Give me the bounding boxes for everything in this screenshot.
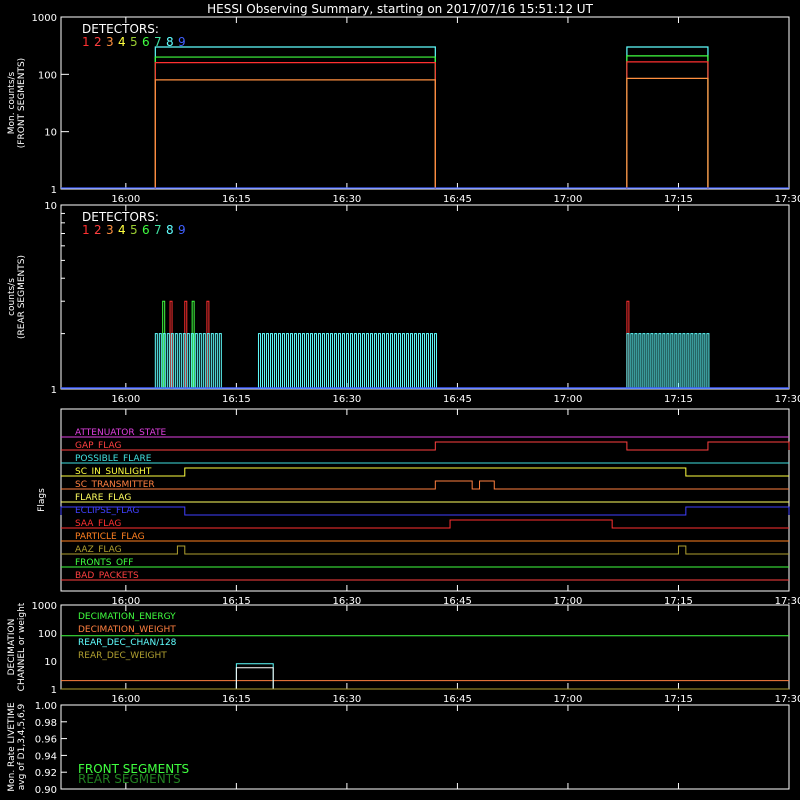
livetime-ytick-label: 0.98 [35,718,57,729]
front-ytick-label: 1000 [32,13,57,24]
flag-line [61,545,789,555]
front-ytick-label: 1 [51,185,57,196]
front-xtick-label: 17:30 [775,194,800,205]
livetime-ytick-label: 0.94 [35,751,57,762]
rear-legend-title: DETECTORS: [82,210,159,224]
livetime-ytick-label: 0.96 [35,735,57,746]
front-series-8 [626,46,709,189]
decimation-xtick-label: 17:30 [775,694,800,705]
livetime-ylabel: Mon. Rate LIVETIME avg of D1,3,4,5,6,9 [7,702,27,792]
decimation-xtick-label: 16:45 [443,694,472,705]
rear-legend-item: 9 [178,223,186,237]
rear-xtick-label: 16:30 [332,394,361,405]
front-ylabel-line: Mon. counts/s [7,71,17,134]
front-series-6 [154,56,436,189]
front-ylabel-line: (FRONT SEGMENTS) [17,58,27,148]
rear-legend-item: 4 [118,223,126,237]
figure-title: HESSI Observing Summary, starting on 201… [207,2,593,16]
front-legend-item: 2 [94,35,102,49]
front-xtick-label: 17:15 [664,194,693,205]
rear-ytick-label: 10 [44,201,57,212]
decimation-ytick-label: 1 [51,685,57,696]
rear-xtick-label: 16:45 [443,394,472,405]
front-xtick-label: 16:45 [443,194,472,205]
decimation-xtick-label: 17:00 [554,694,583,705]
rear-legend-item: 2 [94,223,102,237]
rear-legend-item: 7 [154,223,162,237]
front-legend-item: 3 [106,35,114,49]
front-legend-item: 1 [82,35,90,49]
front-legend-item: 4 [118,35,126,49]
decimation-ytick-label: 1000 [32,601,57,612]
rear-xtick-label: 16:15 [222,394,251,405]
decimation-legend-item: REAR_DEC_CHAN/128 [78,638,177,648]
decimation-legend-item: DECIMATION_WEIGHT [78,625,176,635]
flag-line [61,519,789,529]
front-xtick-label: 16:15 [222,194,251,205]
flags-ylabel: Flags [37,488,47,512]
decimation-xtick-label: 16:15 [222,694,251,705]
rear-ylabel-line: counts/s [7,278,17,316]
rear-legend-item: 5 [130,223,138,237]
decimation-legend-item: DECIMATION_ENERGY [78,612,176,622]
flag-line [61,480,789,490]
front-legend-item: 9 [178,35,186,49]
decimation-legend-item: REAR_DEC_WEIGHT [78,651,167,661]
front-xtick-label: 16:00 [111,194,140,205]
decimation-xtick-label: 16:00 [111,694,140,705]
flags-frame [60,408,790,592]
rear-series-8 [257,333,437,389]
decimation-ytick-label: 100 [38,629,57,640]
rear-legend-item: 3 [106,223,114,237]
decimation-ylabel-line: CHANNEL or weight [17,602,27,691]
decimation-ylabel-line: DECIMATION [7,619,17,676]
front-xtick-label: 17:00 [554,194,583,205]
hessi-summary-figure: HESSI Observing Summary, starting on 201… [0,0,800,800]
front-ytick-label: 10 [44,128,57,139]
front-legend-item: 7 [154,35,162,49]
flag-line [60,506,790,516]
rear-xtick-label: 17:15 [664,394,693,405]
front-series-3 [626,77,709,189]
front-ytick-label: 100 [38,70,57,81]
front-xtick-label: 16:30 [332,194,361,205]
rear-xtick-label: 17:30 [775,394,800,405]
livetime-ytick-label: 0.90 [35,785,57,796]
livetime-ytick-label: 1.00 [35,701,57,712]
front-legend-item: 5 [130,35,138,49]
rear-legend-item: 1 [82,223,90,237]
front-legend-item: 8 [166,35,174,49]
decimation-xtick-label: 16:30 [332,694,361,705]
rear-ylabel: counts/s (REAR SEGMENTS) [7,255,27,339]
front-series-3 [154,79,436,189]
front-ylabel: Mon. counts/s (FRONT SEGMENTS) [7,58,27,148]
front-series-8 [154,46,436,189]
rear-legend-item: 6 [142,223,150,237]
decimation-ylabel: DECIMATION CHANNEL or weight [7,602,27,691]
decimation-xtick-label: 17:15 [664,694,693,705]
livetime-ytick-label: 0.92 [35,768,57,779]
front-legend-title: DETECTORS: [82,22,159,36]
front-series-1 [154,62,436,189]
decimation-series [235,667,274,689]
rear-legend-item: 8 [166,223,174,237]
livetime-legend-item: REAR SEGMENTS [78,772,181,786]
rear-series-8 [626,333,710,389]
rear-ytick-label: 1 [51,385,57,396]
rear-xtick-label: 16:00 [111,394,140,405]
decimation-ytick-label: 10 [44,657,57,668]
livetime-ylabel-line: avg of D1,3,4,5,6,9 [17,703,27,790]
front-series-1 [626,61,709,189]
front-series-6 [626,55,709,189]
livetime-ylabel-line: Mon. Rate LIVETIME [7,702,17,792]
rear-series-8 [154,333,222,389]
rear-ylabel-line: (REAR SEGMENTS) [17,255,27,339]
front-legend-item: 6 [142,35,150,49]
rear-xtick-label: 17:00 [554,394,583,405]
flag-line [61,467,789,477]
flag-line [61,441,790,451]
